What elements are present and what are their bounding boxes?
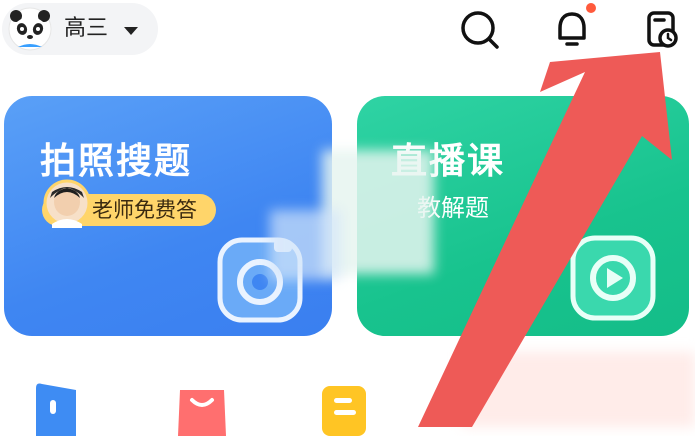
grade-label: 高三 [64,16,109,41]
blurred-overlay [462,352,695,427]
blue-book-icon[interactable] [30,380,82,436]
play-icon[interactable] [569,234,657,322]
blurred-overlay [270,210,340,280]
badge-text: 老师免费答 [92,198,197,222]
notification-dot [586,3,596,13]
search-icon[interactable] [458,8,502,52]
chevron-down-icon [124,27,138,35]
bell-icon[interactable] [550,8,594,52]
teacher-avatar-icon [43,179,91,228]
teacher-badge: 老师免费答 [42,179,216,228]
card-title: 拍照搜题 [40,141,193,182]
yellow-note-icon[interactable] [318,380,370,436]
history-icon[interactable] [640,8,684,52]
pink-bag-icon[interactable] [176,380,228,436]
panda-avatar-icon [8,7,52,51]
grade-selector[interactable]: 高三 [2,3,158,55]
